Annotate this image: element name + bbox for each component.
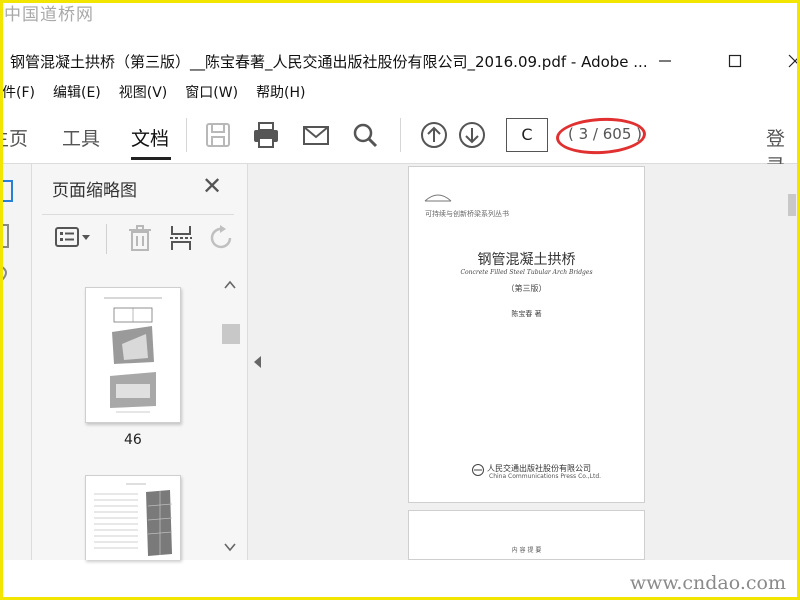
- insert-page-icon[interactable]: [168, 224, 196, 252]
- page-thumbnail[interactable]: [85, 475, 181, 560]
- close-window-icon[interactable]: [772, 46, 800, 76]
- window-title: 钢管混凝土拱桥（第三版）__陈宝春著_人民交通出版社股份有限公司_2016.09…: [10, 52, 648, 71]
- print-icon[interactable]: [251, 120, 281, 150]
- menu-help[interactable]: 帮助(H): [256, 82, 305, 106]
- tab-document[interactable]: 文档: [131, 124, 169, 151]
- toolbar-separator: [186, 118, 187, 152]
- menu-edit[interactable]: 编辑(E): [53, 82, 101, 106]
- delete-icon[interactable]: [126, 224, 154, 252]
- toolbar-separator: [400, 118, 401, 152]
- menu-window[interactable]: 窗口(W): [185, 82, 238, 106]
- maximize-icon[interactable]: [712, 46, 758, 76]
- watermark-bottom: www.cndao.com: [629, 572, 786, 594]
- minimize-icon[interactable]: [642, 46, 688, 76]
- title-bar: 钢管混凝土拱桥（第三版）__陈宝春著_人民交通出版社股份有限公司_2016.09…: [0, 40, 800, 82]
- collapse-panel-icon[interactable]: [254, 356, 261, 368]
- panel-divider: [42, 214, 234, 215]
- series-logo: [424, 194, 452, 202]
- series-name: 可持续与创新桥梁系列丛书: [425, 210, 509, 218]
- search-icon[interactable]: [350, 120, 380, 150]
- book-subtitle: Concrete Filled Steel Tubular Arch Bridg…: [460, 269, 593, 276]
- rotate-icon[interactable]: [208, 224, 236, 252]
- panel-tool-separator: [106, 224, 107, 254]
- navigation-strip: [0, 164, 32, 560]
- options-icon[interactable]: [54, 224, 94, 252]
- thumbnail-page-number: 46: [124, 432, 142, 448]
- publisher-logo: [472, 464, 484, 476]
- document-scrollbar-thumb[interactable]: [788, 194, 796, 216]
- book-author: 陈宝春 著: [511, 310, 542, 318]
- email-icon[interactable]: [301, 120, 331, 150]
- menu-bar: 件(F) 编辑(E) 视图(V) 窗口(W) 帮助(H): [0, 82, 324, 106]
- panel-scrollbar-thumb[interactable]: [222, 324, 240, 344]
- panel-title: 页面缩略图: [52, 181, 137, 201]
- page-thumbnail[interactable]: [85, 287, 181, 423]
- page-number-input[interactable]: C: [506, 118, 548, 152]
- menu-view[interactable]: 视图(V): [119, 82, 168, 106]
- bookmarks-icon[interactable]: [0, 222, 14, 252]
- scroll-up-icon[interactable]: [222, 278, 238, 292]
- page-thumbnails-icon[interactable]: [0, 178, 18, 204]
- book-title: 钢管混凝土拱桥: [477, 252, 576, 268]
- attachment-icon[interactable]: [0, 264, 14, 284]
- tab-tools[interactable]: 工具: [62, 124, 100, 151]
- document-page: 内 容 提 要: [408, 510, 645, 560]
- thumbnail-panel: 页面缩略图 ✕ 46: [32, 164, 248, 560]
- book-edition: （第三版）: [506, 284, 547, 293]
- tab-home[interactable]: 主页: [0, 124, 28, 151]
- active-tab-indicator: [131, 157, 171, 160]
- page-up-icon[interactable]: [419, 120, 449, 150]
- scroll-down-icon[interactable]: [222, 540, 238, 554]
- page-heading: 内 容 提 要: [511, 547, 542, 554]
- page-down-icon[interactable]: [457, 120, 487, 150]
- document-page: 可持续与创新桥梁系列丛书 钢管混凝土拱桥 Concrete Filled Ste…: [408, 166, 645, 503]
- save-icon[interactable]: [203, 120, 233, 150]
- publisher-name-en: China Communications Press Co.,Ltd.: [489, 473, 602, 480]
- menu-file[interactable]: 件(F): [2, 82, 35, 106]
- watermark-top: 中国道桥网: [4, 5, 94, 25]
- close-icon[interactable]: ✕: [202, 172, 222, 200]
- toolbar: 主页 工具 文档 C ( 3 / 605 ) 登录: [0, 106, 800, 177]
- document-view[interactable]: 可持续与创新桥梁系列丛书 钢管混凝土拱桥 Concrete Filled Ste…: [248, 164, 800, 560]
